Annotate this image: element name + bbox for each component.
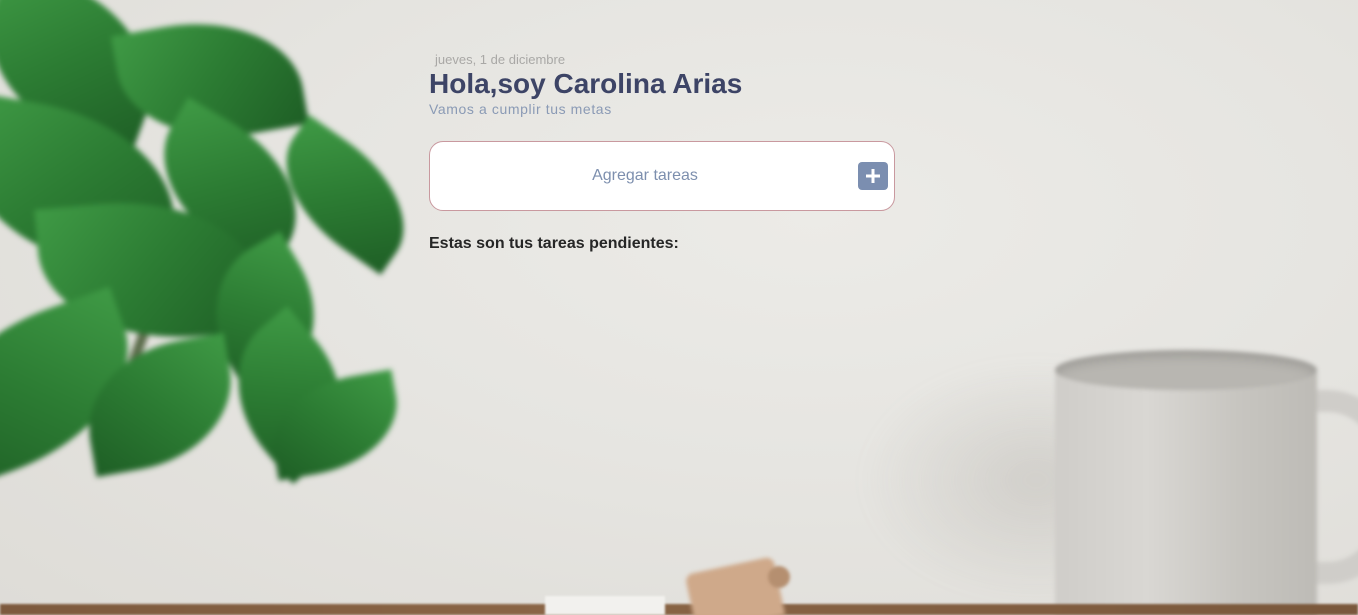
page-subtitle: Vamos a cumplir tus metas [429, 101, 612, 117]
add-task-form [429, 141, 895, 211]
mug-shadow [860, 360, 1080, 600]
add-task-button[interactable] [858, 162, 888, 190]
page-title: Hola,soy Carolina Arias [429, 68, 743, 99]
desk-edge [0, 604, 1358, 615]
plus-icon [866, 169, 880, 183]
paper-tag [684, 556, 786, 615]
todo-panel: jueves, 1 de diciembre Hola,soy Carolina… [429, 52, 895, 262]
paper-note [545, 596, 665, 615]
add-task-input[interactable] [450, 142, 840, 210]
pending-tasks-heading: Estas son tus tareas pendientes: [429, 235, 679, 252]
mug-image [1055, 350, 1358, 615]
current-date: jueves, 1 de diciembre [435, 52, 566, 67]
plant-image [0, 0, 440, 520]
